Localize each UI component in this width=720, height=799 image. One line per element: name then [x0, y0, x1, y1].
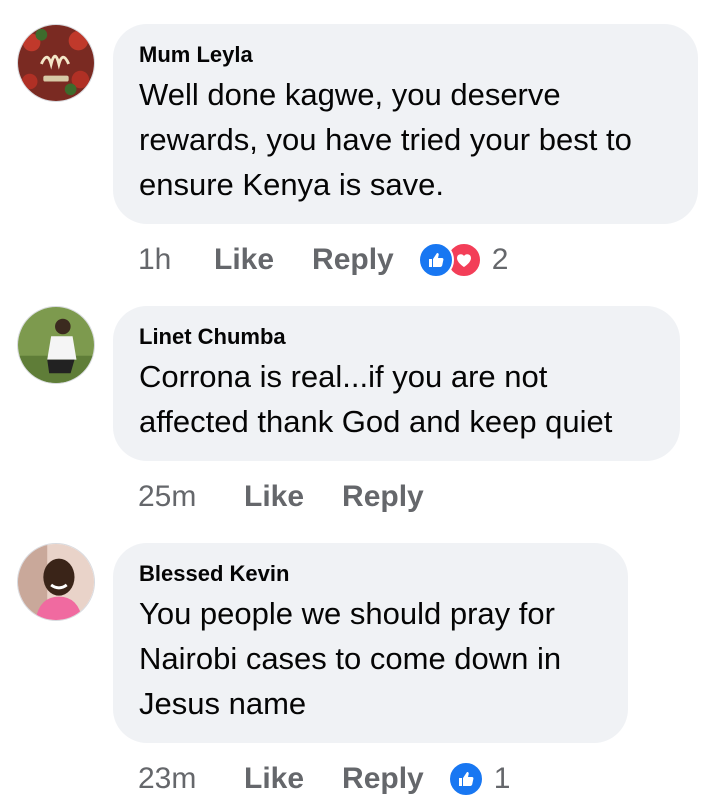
reaction-summary[interactable]: 2 [417, 242, 509, 278]
comment-actions: 23m Like Reply 1 [138, 759, 510, 799]
reply-button[interactable]: Reply [312, 243, 394, 277]
comment-text: Well done kagwe, you deserve rewards, yo… [139, 77, 632, 202]
avatar-image [18, 25, 94, 101]
comment-bubble: Linet Chumba Corrona is real...if you ar… [113, 306, 680, 461]
like-button[interactable]: Like [214, 243, 274, 277]
comment-author[interactable]: Blessed Kevin [139, 561, 602, 587]
comment-actions: 25m Like Reply [138, 477, 424, 517]
reaction-count: 1 [493, 762, 511, 795]
comment-time[interactable]: 25m [138, 480, 244, 514]
comment-actions: 1h Like Reply 2 [138, 240, 508, 280]
reply-button[interactable]: Reply [342, 762, 424, 796]
like-button[interactable]: Like [244, 762, 304, 796]
like-icon [447, 761, 484, 797]
comment-text: You people we should pray for Nairobi ca… [139, 596, 562, 721]
comment-bubble: Mum Leyla Well done kagwe, you deserve r… [113, 24, 698, 224]
avatar[interactable] [17, 543, 95, 621]
reaction-count: 2 [491, 243, 509, 276]
avatar-image [18, 307, 94, 383]
avatar[interactable] [17, 306, 95, 384]
comment-time[interactable]: 1h [138, 243, 214, 277]
comment-author[interactable]: Linet Chumba [139, 324, 654, 350]
reply-button[interactable]: Reply [342, 480, 424, 514]
comment-time[interactable]: 23m [138, 762, 244, 796]
avatar-image [18, 544, 94, 620]
like-icon [417, 242, 454, 278]
comment-text: Corrona is real...if you are not affecte… [139, 359, 613, 439]
reaction-summary[interactable]: 1 [447, 761, 511, 797]
comment-bubble: Blessed Kevin You people we should pray … [113, 543, 628, 743]
comment-author[interactable]: Mum Leyla [139, 42, 672, 68]
like-button[interactable]: Like [244, 480, 304, 514]
avatar[interactable] [17, 24, 95, 102]
